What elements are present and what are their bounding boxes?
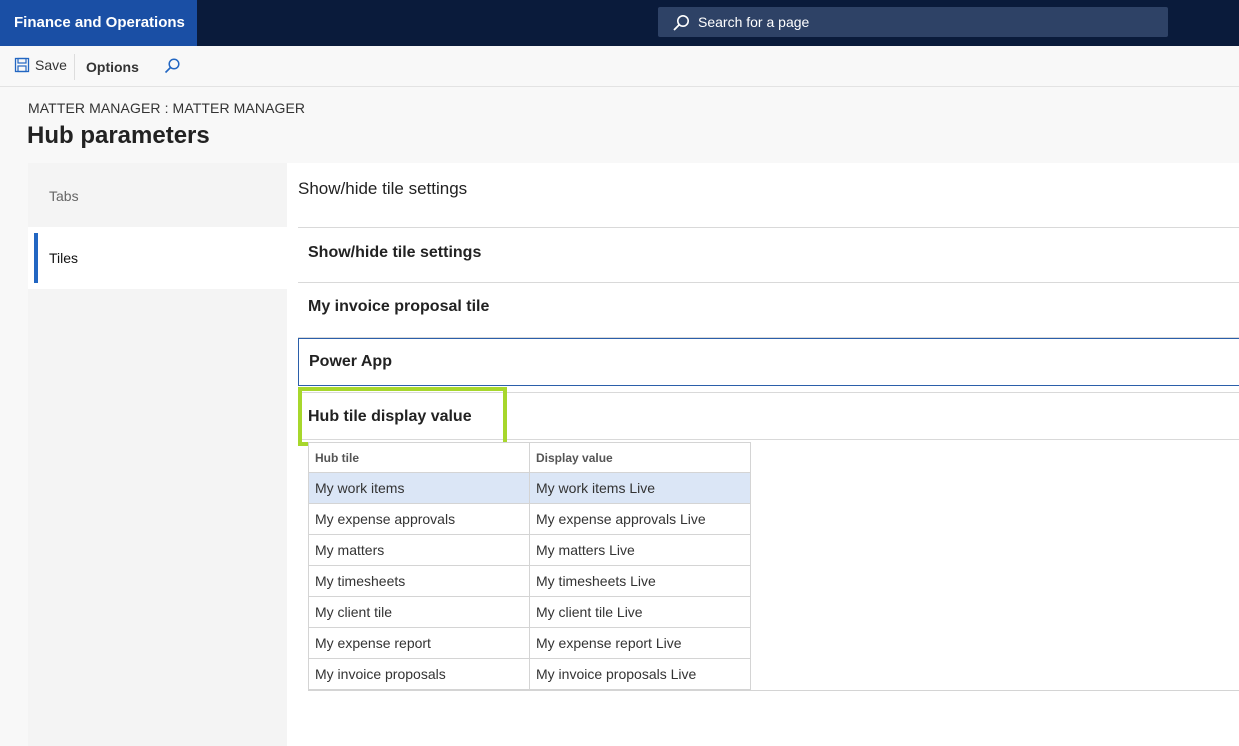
cell-hub-tile[interactable]: My timesheets bbox=[309, 566, 530, 596]
cell-display-value[interactable]: My invoice proposals Live bbox=[530, 659, 750, 689]
grid-header-row: Hub tile Display value bbox=[309, 443, 750, 473]
table-row[interactable]: My expense approvals My expense approval… bbox=[309, 504, 750, 535]
group-power-app[interactable]: Power App bbox=[298, 338, 1239, 386]
cell-display-value[interactable]: My timesheets Live bbox=[530, 566, 750, 596]
selected-indicator bbox=[34, 233, 38, 283]
cell-display-value[interactable]: My matters Live bbox=[530, 535, 750, 565]
save-button[interactable]: Save bbox=[14, 57, 67, 73]
section-title: Show/hide tile settings bbox=[298, 179, 468, 198]
nav-item-label: Tabs bbox=[49, 188, 79, 204]
action-pane: Save Options bbox=[0, 46, 1239, 87]
cell-hub-tile[interactable]: My matters bbox=[309, 535, 530, 565]
left-nav: Tabs Tiles bbox=[28, 163, 287, 746]
nav-item-tabs[interactable]: Tabs bbox=[28, 165, 287, 227]
cell-hub-tile[interactable]: My expense report bbox=[309, 628, 530, 658]
group-header: Power App bbox=[309, 353, 392, 370]
hub-tile-grid: Hub tile Display value My work items My … bbox=[308, 442, 751, 691]
group-header: My invoice proposal tile bbox=[308, 298, 490, 315]
options-button[interactable]: Options bbox=[86, 59, 139, 75]
table-row[interactable]: My client tile My client tile Live bbox=[309, 597, 750, 628]
cell-display-value[interactable]: My work items Live bbox=[530, 473, 750, 503]
grid-bottom-border bbox=[308, 690, 1239, 691]
cell-hub-tile[interactable]: My client tile bbox=[309, 597, 530, 627]
group-header: Show/hide tile settings bbox=[308, 244, 482, 261]
table-row[interactable]: My invoice proposals My invoice proposal… bbox=[309, 659, 750, 690]
breadcrumb: MATTER MANAGER : MATTER MANAGER bbox=[28, 100, 306, 116]
cell-display-value[interactable]: My expense report Live bbox=[530, 628, 750, 658]
save-icon bbox=[14, 57, 30, 73]
save-label: Save bbox=[35, 57, 67, 73]
table-row[interactable]: My work items My work items Live bbox=[309, 473, 750, 504]
table-row[interactable]: My matters My matters Live bbox=[309, 535, 750, 566]
app-title[interactable]: Finance and Operations bbox=[0, 0, 197, 46]
search-placeholder: Search for a page bbox=[698, 14, 810, 30]
cell-hub-tile[interactable]: My expense approvals bbox=[309, 504, 530, 534]
group-show-hide-tile-settings[interactable]: Show/hide tile settings bbox=[298, 227, 1239, 283]
toolbar-divider bbox=[74, 54, 75, 80]
group-my-invoice-proposal-tile[interactable]: My invoice proposal tile bbox=[298, 283, 1239, 338]
search-box[interactable]: Search for a page bbox=[658, 7, 1168, 37]
top-bar: Finance and Operations Search for a page bbox=[0, 0, 1239, 46]
column-header-hub-tile[interactable]: Hub tile bbox=[309, 443, 530, 472]
cell-hub-tile[interactable]: My invoice proposals bbox=[309, 659, 530, 689]
nav-item-tiles[interactable]: Tiles bbox=[28, 227, 287, 289]
nav-item-label: Tiles bbox=[49, 250, 79, 266]
callout-highlight bbox=[298, 387, 507, 446]
cell-display-value[interactable]: My expense approvals Live bbox=[530, 504, 750, 534]
page-title: Hub parameters bbox=[27, 122, 210, 149]
cell-display-value[interactable]: My client tile Live bbox=[530, 597, 750, 627]
find-icon[interactable] bbox=[163, 57, 181, 75]
column-header-display-value[interactable]: Display value bbox=[530, 443, 750, 472]
cell-hub-tile[interactable]: My work items bbox=[309, 473, 530, 503]
table-row[interactable]: My expense report My expense report Live bbox=[309, 628, 750, 659]
table-row[interactable]: My timesheets My timesheets Live bbox=[309, 566, 750, 597]
search-icon bbox=[673, 15, 689, 31]
